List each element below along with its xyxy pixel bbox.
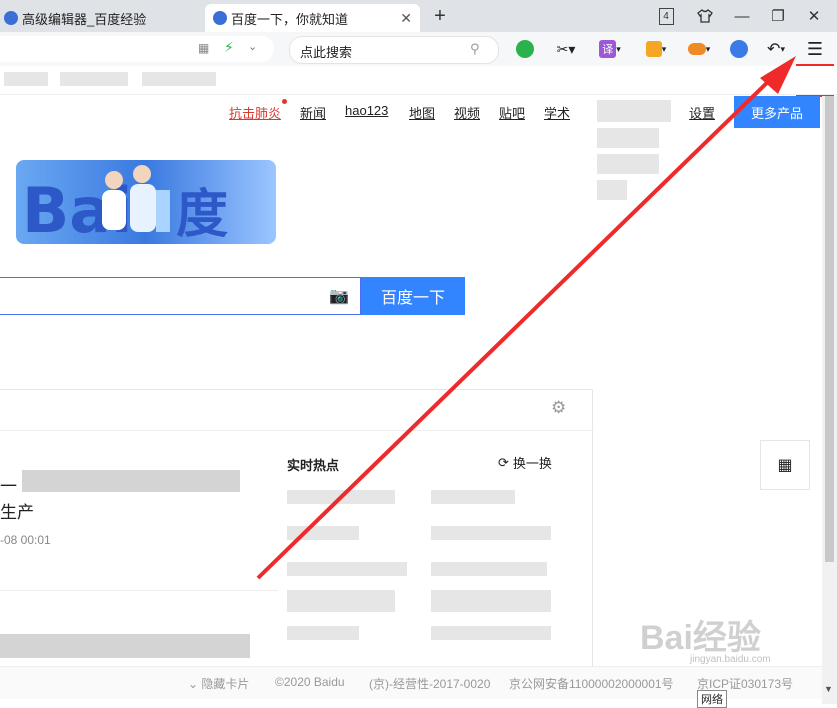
annotation-arrow bbox=[256, 56, 796, 580]
